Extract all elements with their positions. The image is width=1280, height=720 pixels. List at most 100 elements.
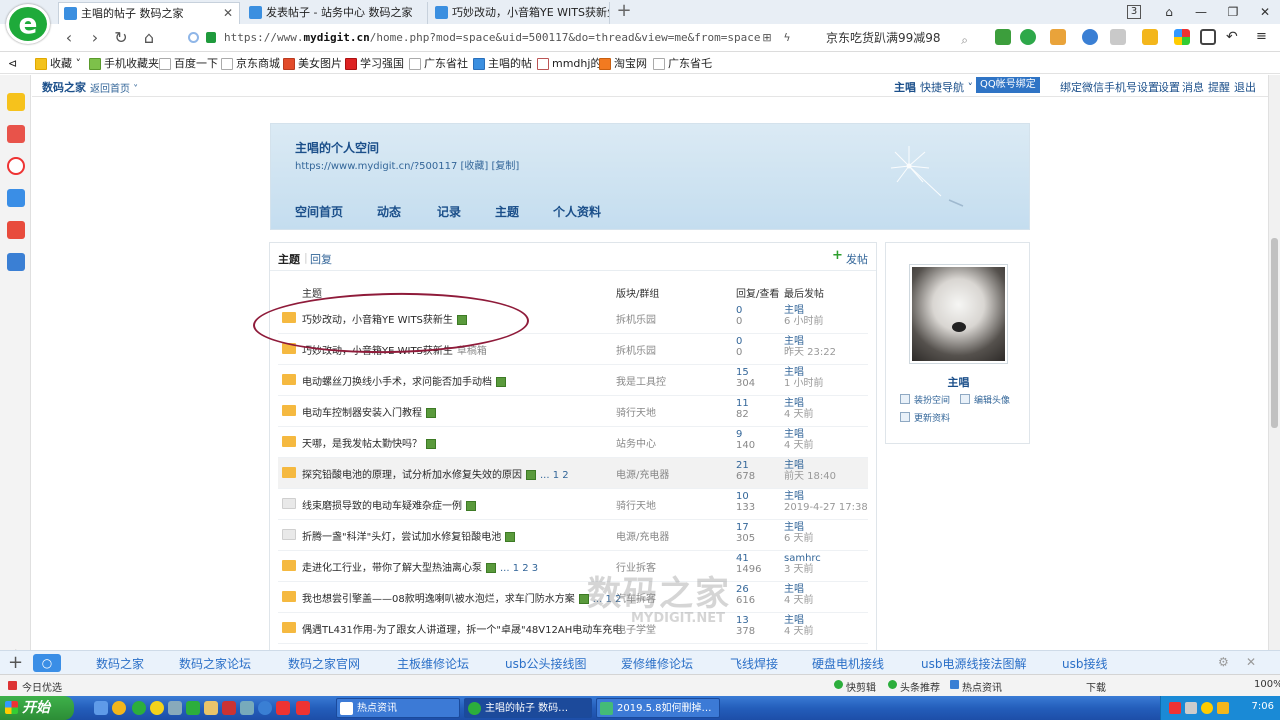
close-icon[interactable]: ✕ <box>1246 655 1256 669</box>
bookmark-item[interactable]: 主唱的帖 <box>472 55 532 72</box>
bookmark-item[interactable]: 百度一下 <box>158 55 218 72</box>
mail-icon[interactable] <box>7 189 25 207</box>
thread-title[interactable]: 偶遇TL431作用-为了跟女人讲道理，拆一个"卓晟"48V12AH电动车充电器结 <box>302 621 622 636</box>
shield-plugin-icon[interactable] <box>1142 29 1158 45</box>
new-tab-button[interactable]: + <box>614 2 634 22</box>
nav-records[interactable]: 记录 <box>437 203 461 220</box>
quicklaunch-icon[interactable] <box>204 701 218 715</box>
last-post-user[interactable]: 主唱 <box>784 491 804 502</box>
page-links[interactable]: ... 1 2 3 <box>500 563 538 574</box>
thread-title[interactable]: 线束磨损导致的电动车疑难杂症一例 <box>302 497 622 512</box>
table-row[interactable]: 折腾一盏"科洋"头灯，尝试加水修复铅酸电池 电源/充电器 17 305 主唱 6 天前 <box>278 520 868 551</box>
bookmark-item[interactable]: 手机收藏夹 <box>88 55 159 72</box>
quicklaunch-icon[interactable] <box>276 701 290 715</box>
undo-icon[interactable]: ↶ <box>1226 29 1242 45</box>
decorate-space-link[interactable]: 装扮空间 <box>900 393 950 406</box>
bookmark-item[interactable]: 美女图片 <box>282 55 342 72</box>
profile-name[interactable]: 主唱 <box>886 374 1031 390</box>
add-icon[interactable]: + <box>8 652 23 673</box>
last-post-user[interactable]: 主唱 <box>784 398 804 409</box>
favorites-star-icon[interactable] <box>7 93 25 111</box>
last-post-user[interactable]: 主唱 <box>784 615 804 626</box>
nav-space-home[interactable]: 空间首页 <box>295 203 343 220</box>
quick-link[interactable]: 硬盘电机接线 <box>812 655 884 672</box>
daily-picks[interactable]: 今日优选 <box>8 679 62 694</box>
sidebar-toggle-icon[interactable]: ⊲ <box>8 55 17 72</box>
thread-forum[interactable]: 站务中心 <box>616 435 656 450</box>
quicklaunch-icon[interactable] <box>296 701 310 715</box>
username-link[interactable]: 主唱 <box>894 79 916 95</box>
thread-forum[interactable]: 拆机乐园 <box>616 342 656 357</box>
thread-title[interactable]: 探究铅酸电池的原理，试分析加水修复失效的原因... 1 2 <box>302 466 622 481</box>
taskbar-task[interactable]: 2019.5.8如何删掉… <box>596 698 720 718</box>
qq-bind-button[interactable]: QQ帐号绑定 <box>976 77 1040 93</box>
thread-forum[interactable]: 骑行天地 <box>616 497 656 512</box>
tray-icon[interactable] <box>1201 702 1213 714</box>
last-post-user[interactable]: 主唱 <box>784 367 804 378</box>
maximize-button[interactable]: ❐ <box>1220 2 1246 22</box>
search-bubble-icon[interactable]: ○ <box>33 654 61 672</box>
thread-forum[interactable]: 拆机乐园 <box>616 311 656 326</box>
bookmark-item[interactable]: 淘宝网 <box>598 55 647 72</box>
bookmark-favorites[interactable]: 收藏 ˅ <box>34 55 81 72</box>
browser-logo-icon[interactable]: e <box>6 4 50 44</box>
thread-forum[interactable]: 电源/充电器 <box>616 466 669 481</box>
reader-icon[interactable] <box>995 29 1011 45</box>
tray-icon[interactable] <box>1169 702 1181 714</box>
bookmark-item[interactable]: mmdhj的 <box>536 55 601 72</box>
close-window-button[interactable]: ✕ <box>1252 2 1278 22</box>
start-button[interactable]: 开始 <box>0 696 74 720</box>
quicklaunch-icon[interactable] <box>240 701 254 715</box>
tab-active[interactable]: 主唱的帖子 数码之家 ✕ <box>58 2 240 24</box>
url-field[interactable]: https://www.mydigit.cn/home.php?mod=spac… <box>186 28 790 48</box>
site-name-link[interactable]: 数码之家 <box>42 79 86 95</box>
reply-count[interactable]: 9 <box>736 429 742 440</box>
nav-topics[interactable]: 主题 <box>495 203 519 220</box>
page-scrollbar[interactable] <box>1268 75 1280 650</box>
reminders-link[interactable]: 提醒 <box>1208 79 1230 95</box>
thread-title[interactable]: 电动车控制器安装入门教程 <box>302 404 622 419</box>
thread-forum[interactable]: 骑行天地 <box>616 404 656 419</box>
quick-link[interactable]: 爱修维修论坛 <box>621 655 693 672</box>
scissors-icon[interactable] <box>1050 29 1066 45</box>
last-post-user[interactable]: samhrc <box>784 553 821 564</box>
quicklaunch-icon[interactable] <box>258 701 272 715</box>
thread-title[interactable]: 走进化工行业，带你了解大型热油离心泵... 1 2 3 <box>302 559 622 574</box>
quick-link[interactable]: 主板维修论坛 <box>397 655 469 672</box>
quick-link[interactable]: usb接线 <box>1062 655 1107 672</box>
nav-profile[interactable]: 个人资料 <box>553 203 601 220</box>
table-row[interactable]: 线束磨损导致的电动车疑难杂症一例 骑行天地 10 133 主唱 2019-4-27 17:… <box>278 489 868 520</box>
page-links[interactable]: ... 1 2 <box>540 470 569 481</box>
last-post-user[interactable]: 主唱 <box>784 429 804 440</box>
avatar[interactable] <box>909 264 1008 364</box>
tray-icon[interactable] <box>1217 702 1229 714</box>
thread-title[interactable]: 折腾一盏"科洋"头灯，尝试加水修复铅酸电池 <box>302 528 622 543</box>
last-post-user[interactable]: 主唱 <box>784 336 804 347</box>
copy-link[interactable]: [复制] <box>492 161 520 172</box>
tray-icon[interactable] <box>1185 702 1197 714</box>
search-input[interactable]: 京东吃货趴满99减98 ⌕ <box>822 28 972 48</box>
messages-link[interactable]: 消息 <box>1182 79 1204 95</box>
magnifier-icon[interactable] <box>1082 29 1098 45</box>
weibo-icon[interactable] <box>7 157 25 175</box>
quick-link[interactable]: 飞线焊接 <box>730 655 778 672</box>
tab-count-badge[interactable]: 3 <box>1127 5 1141 19</box>
quick-link[interactable]: 数码之家论坛 <box>179 655 251 672</box>
bookmark-item[interactable]: 广东省乇 <box>652 55 712 72</box>
table-row[interactable]: 探究铅酸电池的原理，试分析加水修复失效的原因... 1 2 电源/充电器 21 678… <box>278 458 868 489</box>
quick-link[interactable]: 数码之家 <box>96 655 144 672</box>
table-row[interactable]: 电动螺丝刀换线小手术，求问能否加手动档 我是工具控 15 304 主唱 1 小时前 <box>278 365 868 396</box>
zoom-level[interactable]: 100% <box>1254 679 1280 690</box>
reply-count[interactable]: 10 <box>736 491 749 502</box>
notes-icon[interactable] <box>7 125 25 143</box>
thread-forum[interactable]: 电源/充电器 <box>616 528 669 543</box>
table-row[interactable]: 电动车控制器安装入门教程 骑行天地 11 82 主唱 4 天前 <box>278 396 868 427</box>
status-item[interactable]: 快剪辑 <box>834 679 876 694</box>
quicklaunch-icon[interactable] <box>150 701 164 715</box>
menu-icon[interactable]: ≡ <box>1256 29 1272 45</box>
lightning-icon[interactable]: ϟ <box>776 27 798 49</box>
tab[interactable]: 巧妙改动，小音箱YE WITS获新生 <box>430 2 610 24</box>
nav-feed[interactable]: 动态 <box>377 203 401 220</box>
comment-icon[interactable] <box>1110 29 1126 45</box>
logout-link[interactable]: 退出 <box>1234 79 1256 95</box>
